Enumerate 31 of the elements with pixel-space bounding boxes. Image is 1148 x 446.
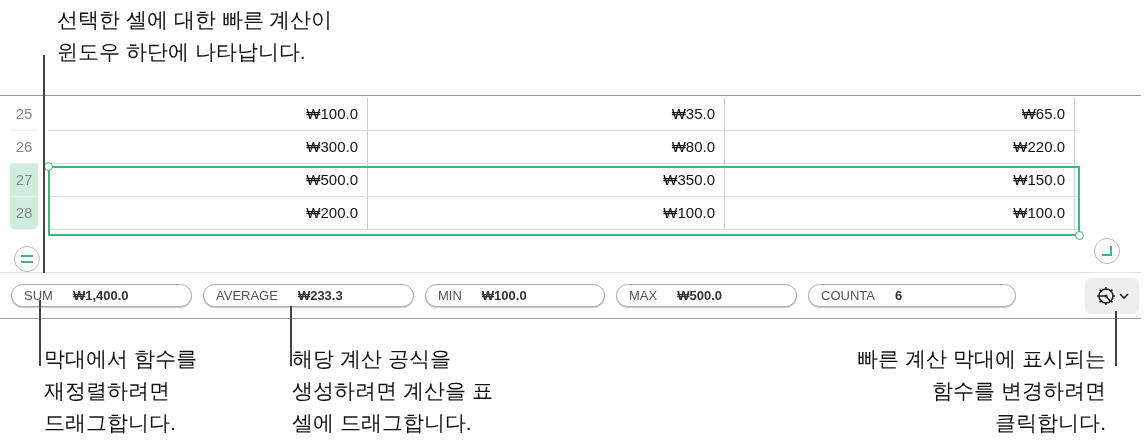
table-cell: ₩350.0 xyxy=(368,164,725,196)
table-cell: ₩80.0 xyxy=(368,131,725,163)
table-cell: ₩65.0 xyxy=(725,98,1075,130)
quick-calc-item[interactable]: MAX ₩500.0 xyxy=(616,284,797,307)
table-cell: ₩220.0 xyxy=(725,131,1075,163)
quick-calc-item[interactable]: AVERAGE ₩233.3 xyxy=(203,284,414,307)
calc-name: MIN xyxy=(438,286,462,305)
table-cell: ₩35.0 xyxy=(368,98,725,130)
calc-name: COUNTA xyxy=(821,286,875,305)
calc-name: MAX xyxy=(629,286,658,305)
calc-value: ₩233.3 xyxy=(297,286,343,305)
quick-calc-item[interactable]: MIN ₩100.0 xyxy=(425,284,605,307)
callout-text: 막대에서 함수를 재정렬하려면 드래그합니다. xyxy=(44,346,198,436)
quick-calc-item[interactable]: SUM ₩1,400.0 xyxy=(11,284,192,307)
table-cell: ₩100.0 xyxy=(48,98,368,130)
table-cell: ₩200.0 xyxy=(48,197,368,229)
table-cell: ₩100.0 xyxy=(368,197,725,229)
calc-name: AVERAGE xyxy=(216,286,278,305)
callout-text: 선택한 셀에 대한 빠른 계산이 윈도우 하단에 나타납니다. xyxy=(57,7,334,65)
callout-text: 빠른 계산 막대에 표시되는 함수를 변경하려면 클릭합니다. xyxy=(857,346,1106,436)
calc-value: 6 xyxy=(894,286,903,305)
calc-value: ₩500.0 xyxy=(677,286,722,305)
calc-value: ₩1,400.0 xyxy=(72,286,129,305)
calc-value: ₩100.0 xyxy=(481,286,527,305)
row-header[interactable]: 25 xyxy=(10,98,38,131)
callout-text: 해당 계산 공식을 생성하려면 계산을 표 셀에 드래그합니다. xyxy=(292,346,494,436)
quick-calc-item[interactable]: COUNTA 6 xyxy=(808,284,1016,307)
table-cell: ₩100.0 xyxy=(725,197,1075,229)
table-cell: ₩150.0 xyxy=(725,164,1075,196)
table-cell: ₩300.0 xyxy=(48,131,368,163)
calc-name: SUM xyxy=(24,286,53,305)
